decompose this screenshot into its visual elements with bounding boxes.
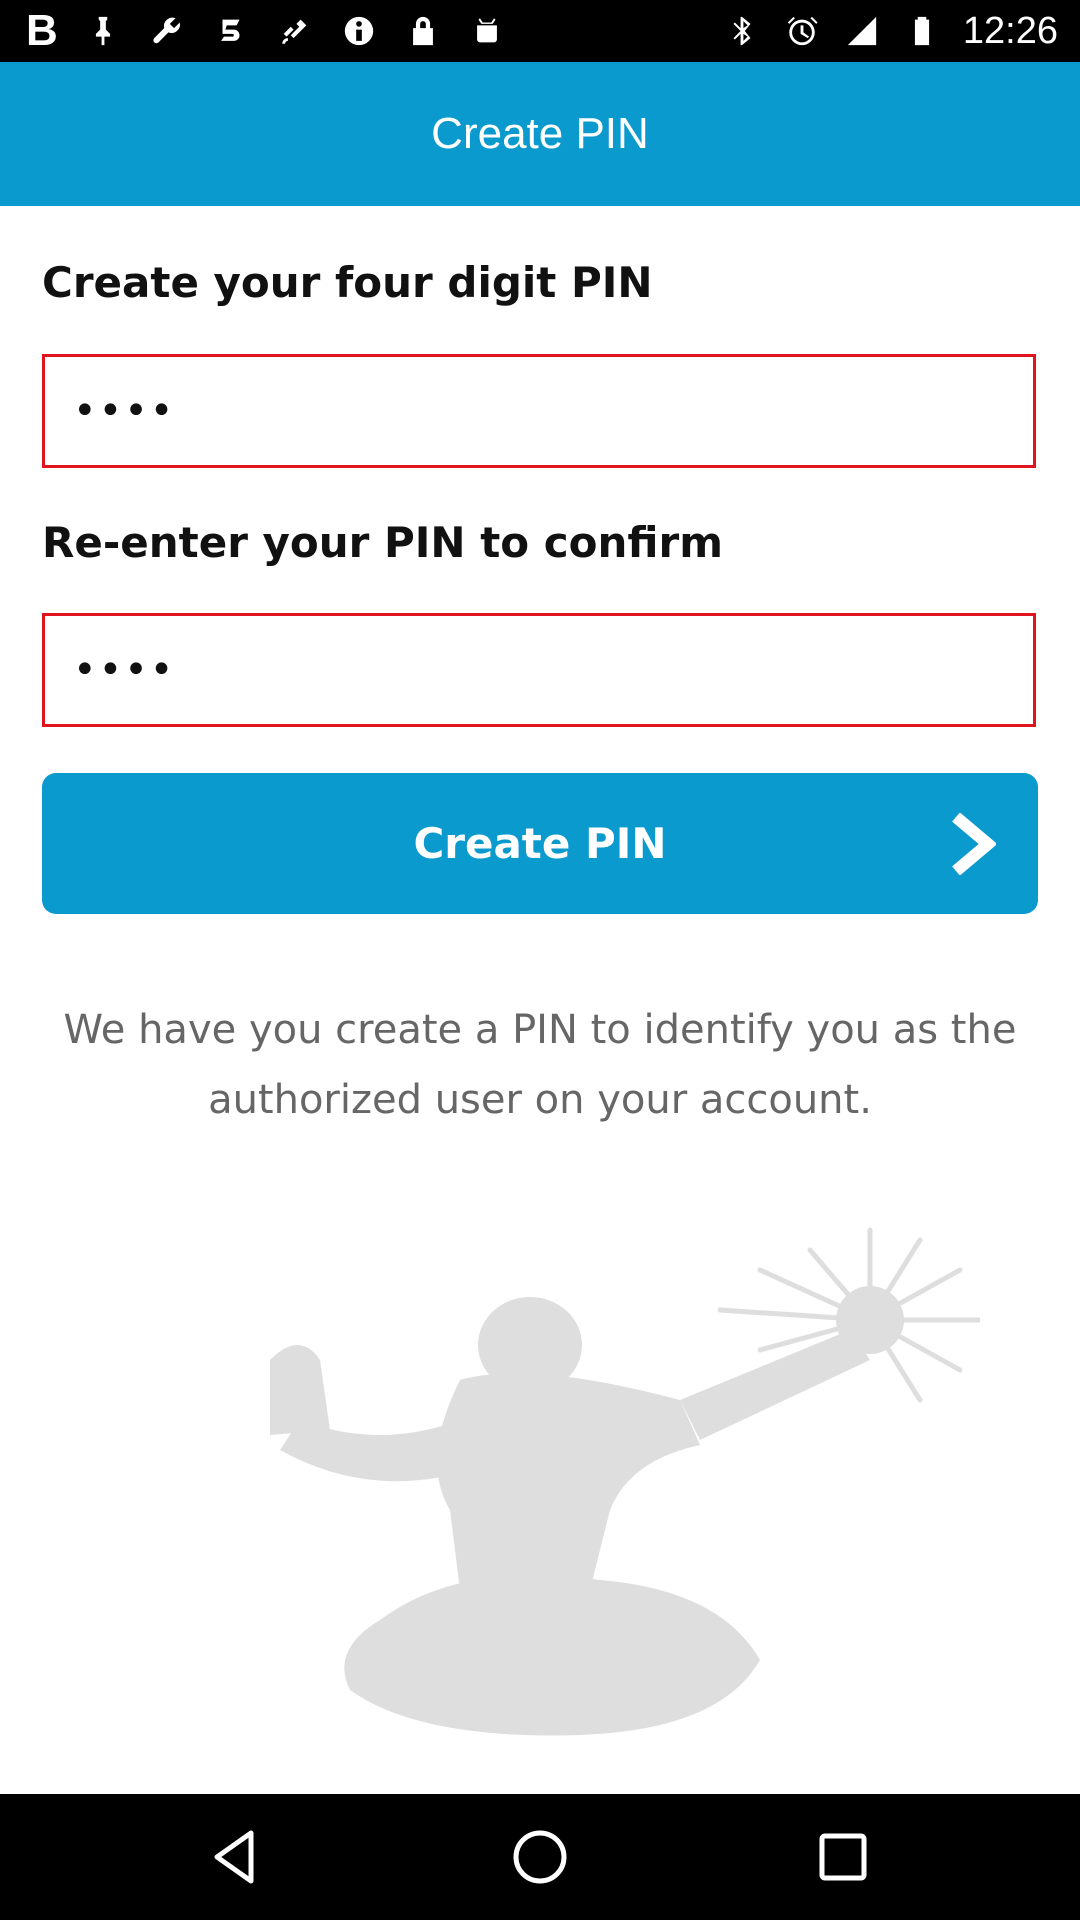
navigation-bar xyxy=(0,1794,1080,1920)
spirit-statue-watermark xyxy=(160,1210,983,1750)
recents-icon[interactable] xyxy=(808,1822,878,1892)
pin-input[interactable]: •••• xyxy=(42,354,1036,468)
sprint-icon xyxy=(212,12,250,50)
pin-label: Create your four digit PIN xyxy=(42,258,653,307)
chevron-right-icon xyxy=(950,812,998,876)
battery-icon xyxy=(903,12,941,50)
signal-icon xyxy=(843,12,881,50)
status-bar: B 12:26 xyxy=(0,0,1080,62)
alarm-icon xyxy=(783,12,821,50)
info-text: We have you create a PIN to identify you… xyxy=(63,1007,1017,1123)
confirm-pin-input[interactable]: •••• xyxy=(42,613,1036,727)
home-icon[interactable] xyxy=(505,1822,575,1892)
status-bar-left: B xyxy=(26,8,506,54)
create-pin-button-label: Create PIN xyxy=(413,819,667,868)
bluetooth-icon xyxy=(723,12,761,50)
status-time: 12:26 xyxy=(962,10,1058,52)
pin-icon xyxy=(84,12,122,50)
app-bar: Create PIN xyxy=(0,62,1080,206)
confirm-pin-label: Re-enter your PIN to confirm xyxy=(42,518,724,567)
brand-b-icon: B xyxy=(26,6,58,55)
create-pin-button[interactable]: Create PIN xyxy=(42,773,1038,914)
pin-input-value: •••• xyxy=(73,388,176,434)
android-icon xyxy=(468,12,506,50)
page-title: Create PIN xyxy=(431,109,649,158)
back-icon[interactable] xyxy=(202,1822,272,1892)
status-bar-right: 12:26 xyxy=(723,8,1058,54)
confirm-pin-input-value: •••• xyxy=(73,647,176,693)
lock-icon xyxy=(404,12,442,50)
fake-gps-icon xyxy=(276,12,314,50)
wrench-icon xyxy=(148,12,186,50)
info-icon xyxy=(340,12,378,50)
